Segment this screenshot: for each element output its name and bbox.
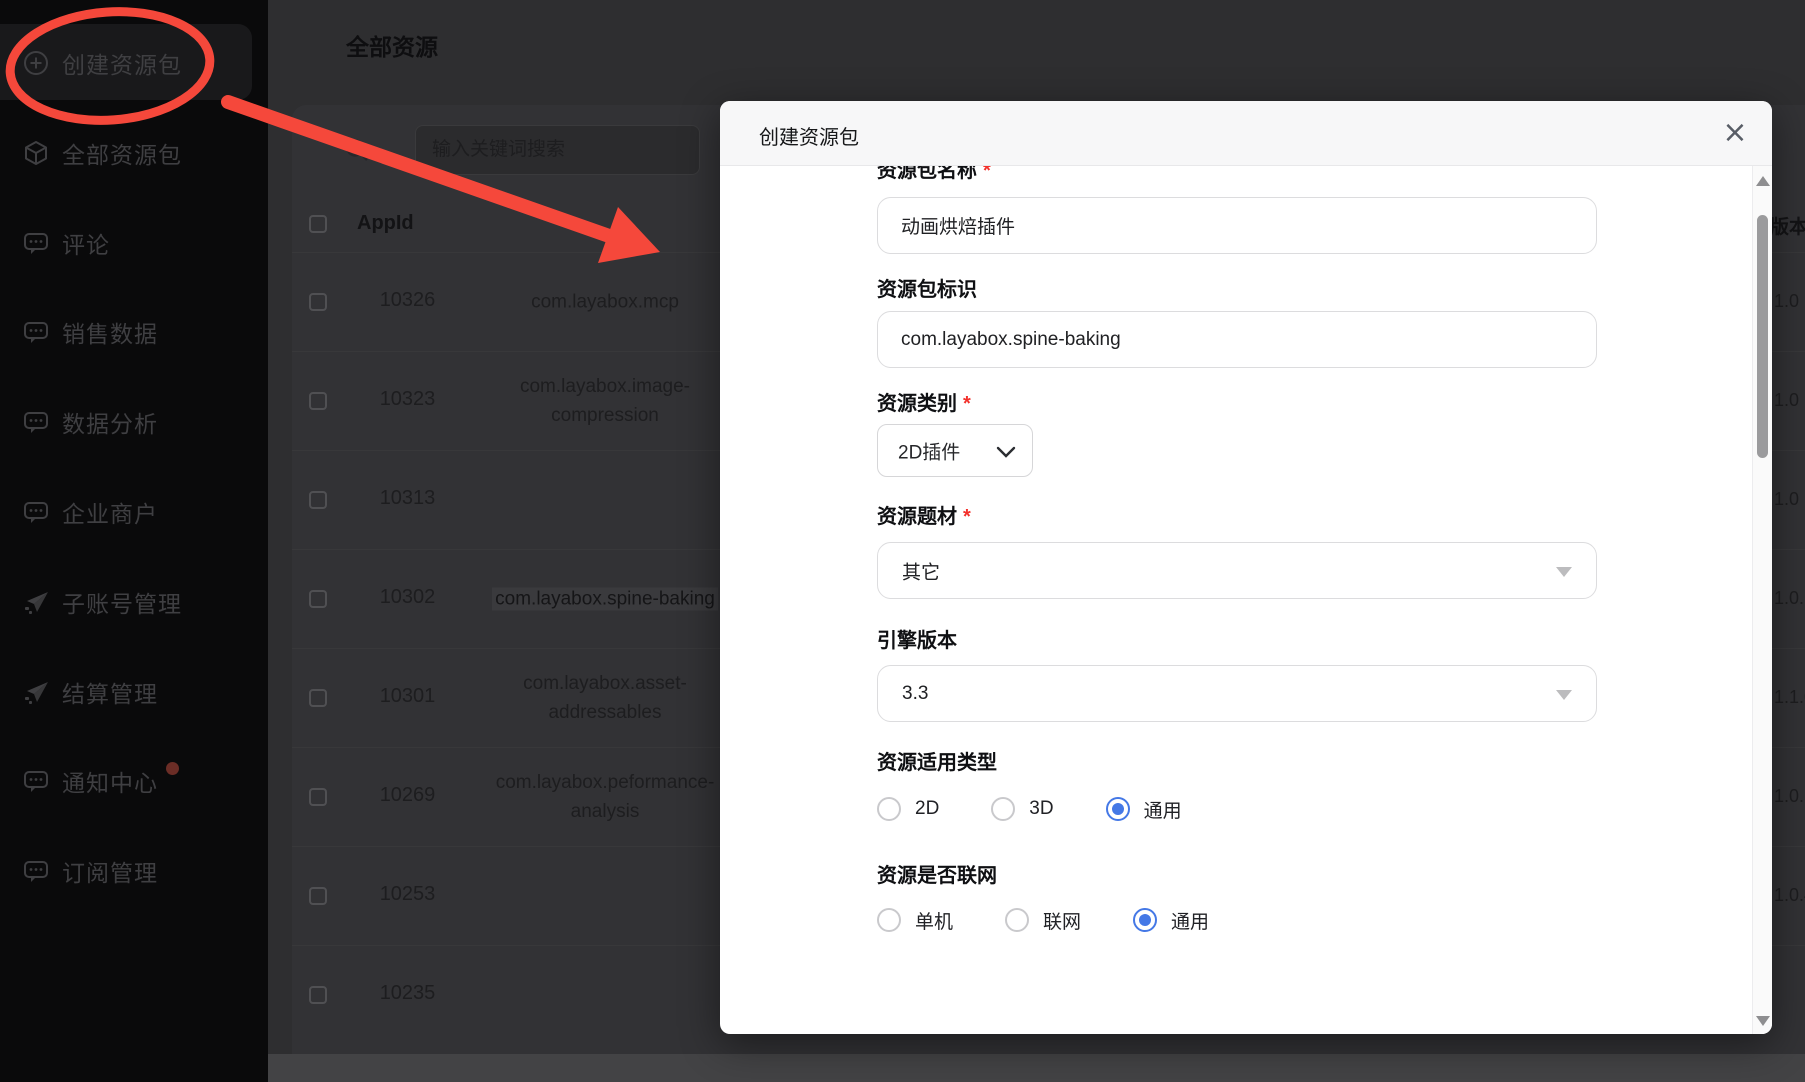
- network-radio-group: 单机 联网 通用: [877, 905, 1209, 935]
- required-asterisk: *: [963, 506, 971, 528]
- field-label-apply-type: 资源适用类型: [877, 746, 997, 775]
- sidebar-item-label: 订阅管理: [62, 854, 158, 888]
- sidebar-item-label: 评论: [62, 226, 110, 260]
- radio-option[interactable]: 单机: [877, 907, 953, 934]
- radio-option[interactable]: 通用: [1133, 907, 1209, 934]
- field-label-name: 资源包名称*: [877, 166, 991, 183]
- comment-icon: [22, 498, 50, 526]
- sidebar-item[interactable]: 子账号管理: [0, 557, 268, 647]
- radio-circle[interactable]: [1106, 797, 1130, 821]
- row-version: 1.0.: [1774, 588, 1804, 609]
- required-asterisk: *: [963, 393, 971, 415]
- radio-label: 联网: [1043, 907, 1081, 934]
- radio-circle[interactable]: [1133, 908, 1157, 932]
- resource-identifier-input[interactable]: [877, 311, 1597, 368]
- sidebar: 创建资源包全部资源包评论销售数据数据分析企业商户子账号管理结算管理通知中心订阅管…: [0, 0, 268, 1082]
- comment-icon: [22, 318, 50, 346]
- radio-circle[interactable]: [877, 797, 901, 821]
- sidebar-item-label: 企业商户: [62, 495, 158, 529]
- create-resource-modal: 资源包名称* 资源包标识 资源类别* 2D插件 资源题材* 其它 引擎版本 3.…: [720, 101, 1772, 1034]
- resource-name-input[interactable]: [877, 197, 1597, 254]
- row-version: 1.0.4: [1774, 885, 1805, 906]
- caret-down-icon: [1556, 690, 1572, 700]
- radio-option[interactable]: 通用: [1106, 796, 1182, 823]
- sidebar-item[interactable]: 数据分析: [0, 377, 268, 467]
- field-label-theme: 资源题材*: [877, 500, 971, 529]
- row-version: 1.0: [1774, 291, 1799, 312]
- sidebar-item[interactable]: 销售数据: [0, 287, 268, 377]
- sidebar-item-label: 全部资源包: [62, 136, 182, 170]
- row-version: 1.0.: [1774, 786, 1804, 807]
- sidebar-item[interactable]: 通知中心: [0, 736, 268, 826]
- sidebar-item[interactable]: 全部资源包: [0, 108, 268, 198]
- radio-circle[interactable]: [991, 797, 1015, 821]
- chevron-down-icon: [996, 446, 1016, 458]
- radio-label: 单机: [915, 907, 953, 934]
- comment-icon: [22, 767, 50, 795]
- field-label-category: 资源类别*: [877, 387, 971, 416]
- comment-icon: [22, 857, 50, 885]
- modal-title: 创建资源包: [759, 121, 859, 150]
- sidebar-item-label: 销售数据: [62, 315, 158, 349]
- scrollbar-thumb[interactable]: [1757, 215, 1768, 458]
- close-icon[interactable]: ×: [1715, 113, 1755, 153]
- sidebar-item-label: 子账号管理: [62, 585, 182, 619]
- radio-label: 通用: [1171, 907, 1209, 934]
- circle-plus-icon: [22, 49, 50, 77]
- modal-header: 创建资源包 ×: [720, 101, 1772, 166]
- comment-icon: [22, 408, 50, 436]
- radio-circle[interactable]: [877, 908, 901, 932]
- scroll-up-arrow-icon[interactable]: [1756, 176, 1770, 186]
- sidebar-item-label: 结算管理: [62, 675, 158, 709]
- sidebar-item-label: 通知中心: [62, 764, 158, 798]
- field-label-identifier: 资源包标识: [877, 273, 977, 302]
- engine-version-select[interactable]: 3.3: [877, 665, 1597, 722]
- radio-option[interactable]: 联网: [1005, 907, 1081, 934]
- sidebar-item-label: 创建资源包: [62, 46, 182, 80]
- theme-select[interactable]: 其它: [877, 542, 1597, 599]
- sidebar-item[interactable]: 创建资源包: [0, 18, 268, 108]
- row-version: 1.0: [1774, 390, 1799, 411]
- scroll-down-arrow-icon[interactable]: [1756, 1016, 1770, 1026]
- comment-icon: [22, 229, 50, 257]
- sidebar-item-label: 数据分析: [62, 405, 158, 439]
- field-label-engine: 引擎版本: [877, 624, 957, 653]
- modal-scrollbar[interactable]: [1752, 166, 1772, 1034]
- cube-icon: [22, 139, 50, 167]
- sidebar-item[interactable]: 评论: [0, 198, 268, 288]
- notification-dot: [166, 762, 179, 775]
- sidebar-item[interactable]: 订阅管理: [0, 826, 268, 916]
- table-footer-strip: [268, 1054, 1805, 1082]
- radio-label: 2D: [915, 798, 939, 820]
- radio-option[interactable]: 2D: [877, 797, 939, 821]
- sidebar-item[interactable]: 结算管理: [0, 647, 268, 737]
- row-version: 1.0: [1774, 489, 1799, 510]
- send-icon: [22, 678, 50, 706]
- row-version: 1.1.0: [1774, 687, 1805, 708]
- radio-circle[interactable]: [1005, 908, 1029, 932]
- radio-label: 3D: [1029, 798, 1053, 820]
- radio-option[interactable]: 3D: [991, 797, 1053, 821]
- sidebar-item[interactable]: 企业商户: [0, 467, 268, 557]
- radio-label: 通用: [1144, 796, 1182, 823]
- required-asterisk: *: [983, 166, 991, 182]
- send-icon: [22, 588, 50, 616]
- version-column-header: 版本: [1770, 212, 1805, 239]
- modal-form-scroll-area: 资源包名称* 资源包标识 资源类别* 2D插件 资源题材* 其它 引擎版本 3.…: [720, 166, 1752, 1034]
- caret-down-icon: [1556, 567, 1572, 577]
- apply-type-radio-group: 2D 3D 通用: [877, 794, 1182, 824]
- field-label-network: 资源是否联网: [877, 859, 997, 888]
- category-dropdown[interactable]: 2D插件: [877, 424, 1033, 477]
